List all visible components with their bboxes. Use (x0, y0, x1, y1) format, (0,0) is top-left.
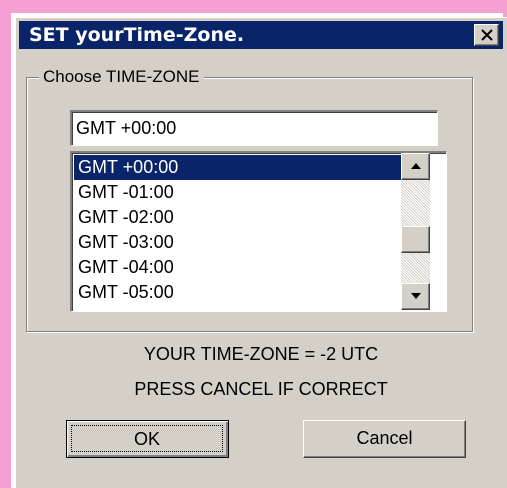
list-item[interactable]: GMT +00:00 (74, 155, 403, 180)
ok-button[interactable]: OK (66, 420, 229, 458)
title-bar[interactable]: SET yourTime-Zone. (19, 21, 503, 49)
close-x-icon (481, 29, 493, 41)
timezone-listbox[interactable]: GMT +00:00 GMT -01:00 GMT -02:00 GMT -03… (70, 151, 447, 312)
window-title: SET yourTime-Zone. (29, 24, 245, 46)
list-item[interactable]: GMT -03:00 (74, 230, 403, 255)
timezone-input[interactable]: GMT +00:00 (70, 110, 438, 146)
page-frame-top (0, 0, 507, 13)
list-item[interactable]: GMT -05:00 (74, 280, 403, 305)
list-scrollbar[interactable] (401, 153, 430, 310)
arrow-down-icon (411, 293, 421, 299)
group-label: Choose TIME-ZONE (39, 66, 204, 88)
arrow-up-icon (411, 163, 421, 169)
list-item[interactable]: GMT -04:00 (74, 255, 403, 280)
timezone-list-items: GMT +00:00 GMT -01:00 GMT -02:00 GMT -03… (74, 155, 403, 305)
scroll-up-button[interactable] (401, 153, 430, 180)
instruction-text: PRESS CANCEL IF CORRECT (134, 379, 388, 399)
ok-button-label: OK (71, 425, 223, 452)
close-button[interactable] (474, 24, 499, 46)
list-item[interactable]: GMT -02:00 (74, 205, 403, 230)
cancel-button[interactable]: Cancel (303, 420, 466, 458)
scroll-thumb[interactable] (401, 226, 430, 253)
list-item[interactable]: GMT -01:00 (74, 180, 403, 205)
timezone-status-text: YOUR TIME-ZONE = -2 UTC (143, 344, 379, 364)
scroll-down-button[interactable] (401, 283, 430, 310)
page-frame-left (0, 0, 11, 488)
